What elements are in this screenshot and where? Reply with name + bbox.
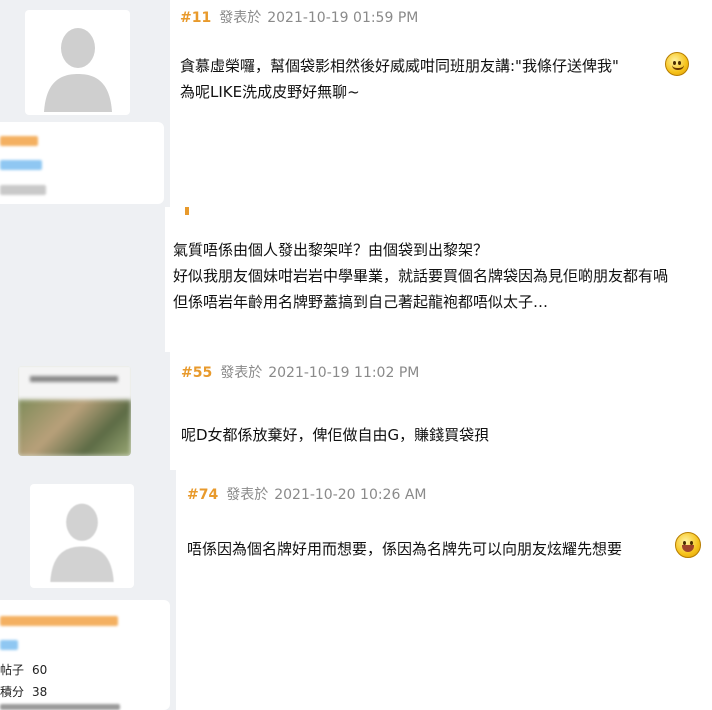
post-line: 唔係因為個名牌好用而想要，係因為名牌先可以向朋友炫耀先想要 <box>187 540 623 558</box>
post-content: 氣質唔係由個人發出黎架咩？由個袋到出黎架？ 好似我朋友個妹咁岩岩中學畢業，就話要… <box>173 237 668 315</box>
post-line: 好似我朋友個妹咁岩岩中學畢業，就話要買個名牌袋因為見佢啲朋友都有喎 <box>173 267 669 285</box>
floor-number[interactable]: #74 <box>187 487 218 503</box>
post-content: 貪慕虛榮囉，幫個袋影相然後好威威咁同班朋友講:"我條仔送俾我" 為呢LIKE洗成… <box>180 53 619 105</box>
post-timestamp: 2021-10-19 11:02 PM <box>268 365 420 381</box>
post-content: 唔係因為個名牌好用而想要，係因為名牌先可以向朋友炫耀先想要 <box>187 536 622 562</box>
quote-marker <box>185 207 189 215</box>
stat-label: 積分 <box>0 685 25 699</box>
avatar[interactable] <box>18 366 131 456</box>
stat-value: 60 <box>32 663 48 677</box>
avatar[interactable] <box>30 484 134 588</box>
user-info-card <box>0 122 164 204</box>
user-stat-points: 積分 38 <box>0 683 47 700</box>
post-meta: #55 發表於 2021-10-19 11:02 PM <box>181 362 419 382</box>
default-avatar-icon <box>43 28 112 112</box>
post-55: #55 發表於 2021-10-19 11:02 PM 呢D女都係放棄好，俾佢做自由… <box>0 352 712 470</box>
post-meta: #74 發表於 2021-10-20 10:26 AM <box>187 484 426 504</box>
default-avatar-icon <box>50 503 114 582</box>
post-partial: 氣質唔係由個人發出黎架咩？由個袋到出黎架？ 好似我朋友個妹咁岩岩中學畢業，就話要… <box>0 207 712 352</box>
post-line: 氣質唔係由個人發出黎架咩？由個袋到出黎架？ <box>173 241 489 259</box>
user-stat-redacted <box>0 704 120 710</box>
post-line: 但係唔岩年齡用名牌野蓋搞到自己著起龍袍都唔似太子… <box>173 293 549 311</box>
avatar-caption-redacted <box>30 376 118 382</box>
floor-number[interactable]: #55 <box>181 365 212 381</box>
posted-label: 發表於 <box>220 365 263 381</box>
user-stat-posts: 帖子 60 <box>0 661 47 678</box>
posted-label: 發表於 <box>219 10 262 26</box>
user-stat-redacted <box>0 185 46 195</box>
user-group-redacted <box>0 640 18 650</box>
user-info-card: 帖子 60 積分 38 <box>0 600 170 710</box>
post-line: 為呢LIKE洗成皮野好無聊~ <box>180 83 360 101</box>
avatar[interactable] <box>25 10 130 115</box>
post-timestamp: 2021-10-19 01:59 PM <box>267 10 419 26</box>
username-redacted <box>0 616 118 626</box>
username-redacted <box>0 136 38 146</box>
user-group-redacted <box>0 160 42 170</box>
post-timestamp: 2021-10-20 10:26 AM <box>274 487 427 503</box>
stat-value: 38 <box>32 685 48 699</box>
shy-smiley-icon <box>665 52 689 76</box>
avatar-header-redacted <box>18 366 131 400</box>
post-partial-sidebar <box>0 207 165 352</box>
post-11: #11 發表於 2021-10-19 01:59 PM 貪慕虛榮囉，幫個袋影相然後好… <box>0 0 712 207</box>
post-74: 帖子 60 積分 38 #74 發表於 2021-10-20 10:26 AM 唔係因為… <box>0 470 712 710</box>
stat-label: 帖子 <box>0 663 25 677</box>
post-line: 貪慕虛榮囉，幫個袋影相然後好威威咁同班朋友講:"我條仔送俾我" <box>180 57 619 75</box>
avatar-photo-redacted <box>18 400 131 456</box>
laughing-smiley-icon <box>675 532 701 558</box>
post-meta: #11 發表於 2021-10-19 01:59 PM <box>180 7 418 27</box>
post-content: 呢D女都係放棄好，俾佢做自由G，賺錢買袋孭 <box>181 422 489 448</box>
floor-number[interactable]: #11 <box>180 10 211 26</box>
post-line: 呢D女都係放棄好，俾佢做自由G，賺錢買袋孭 <box>181 426 490 444</box>
posted-label: 發表於 <box>226 487 269 503</box>
